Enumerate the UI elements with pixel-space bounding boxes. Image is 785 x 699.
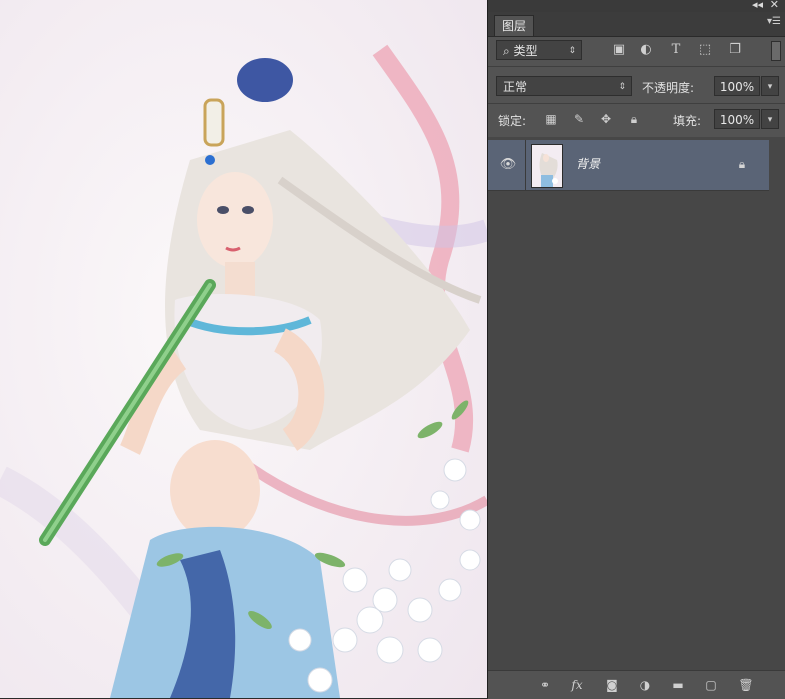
fill-label: 填充:: [673, 114, 702, 128]
layer-name[interactable]: 背景: [576, 155, 600, 172]
fill-input[interactable]: 100%: [714, 109, 760, 129]
fill-dropdown-button[interactable]: ▾: [761, 109, 779, 129]
eye-icon[interactable]: 👁︎: [498, 155, 518, 175]
new-layer-icon[interactable]: ▢: [702, 676, 720, 694]
tab-layers[interactable]: 图层: [494, 15, 535, 36]
close-icon[interactable]: ✕: [770, 0, 779, 12]
double-chevron-left-icon[interactable]: ◂◂: [752, 0, 763, 12]
updown-arrow-icon: ⇕: [618, 82, 626, 92]
fx-icon[interactable]: fx: [568, 676, 586, 694]
filter-kind-dropdown[interactable]: ⌕ 类型 ⇕: [496, 40, 582, 60]
lock-icon: 🔒︎: [738, 157, 746, 171]
image-filter-icon[interactable]: ▣: [610, 41, 628, 59]
lock-position-icon[interactable]: ✥: [598, 111, 614, 127]
divider: [488, 66, 785, 67]
lock-transparent-icon[interactable]: ▦: [543, 111, 559, 127]
divider: [488, 103, 785, 104]
layers-footer: ⚭ fx ◙ ◑ ▬ ▢ 🗑︎: [488, 670, 785, 699]
new-group-icon[interactable]: ▬: [669, 676, 687, 694]
search-icon: ⌕: [503, 44, 514, 58]
panel-tab-bar: 图层 ▾☰: [488, 12, 785, 37]
layer-thumbnail: [531, 144, 563, 188]
blend-mode-dropdown[interactable]: 正常 ⇕: [496, 76, 632, 96]
smart-object-filter-icon[interactable]: ❐: [726, 41, 744, 59]
add-mask-icon[interactable]: ◙: [603, 676, 621, 694]
layers-list: 👁︎ 背景 🔒︎: [488, 137, 785, 670]
panel-menu-icon[interactable]: ▾☰: [767, 16, 781, 27]
artwork-illustration: [0, 0, 487, 698]
lock-image-icon[interactable]: ✎: [571, 111, 587, 127]
layer-filter-row: ⌕ 类型 ⇕ ▣ ◐ T ⬚ ❐: [488, 37, 785, 63]
lock-all-icon[interactable]: 🔒︎: [626, 111, 642, 127]
layer-row-background[interactable]: 👁︎ 背景 🔒︎: [488, 140, 769, 191]
panel-header-strip: ◂◂ ✕: [488, 0, 785, 12]
visibility-column: 👁︎: [488, 140, 526, 190]
lock-row: 锁定: ▦ ✎ ✥ 🔒︎ 填充: 100% ▾: [488, 107, 785, 133]
type-filter-icon[interactable]: T: [667, 41, 685, 59]
lock-label: 锁定:: [498, 114, 527, 128]
document-canvas[interactable]: [0, 0, 487, 698]
filter-kind-label: 类型: [513, 44, 538, 58]
delete-layer-icon[interactable]: 🗑︎: [737, 676, 755, 694]
opacity-dropdown-button[interactable]: ▾: [761, 76, 779, 96]
filter-toggle-switch[interactable]: [771, 41, 781, 61]
blend-row: 正常 ⇕ 不透明度: 100% ▾: [488, 72, 785, 100]
opacity-input[interactable]: 100%: [714, 76, 760, 96]
adjustment-layer-icon[interactable]: ◑: [636, 676, 654, 694]
opacity-label: 不透明度:: [642, 81, 695, 95]
shape-filter-icon[interactable]: ⬚: [696, 41, 714, 59]
blend-mode-label: 正常: [503, 80, 528, 94]
thumbnail-image: [532, 145, 562, 187]
layers-panel: ◂◂ ✕ 图层 ▾☰ ⌕ 类型 ⇕ ▣ ◐ T ⬚ ❐ 正常 ⇕ 不透明度: 1…: [487, 0, 785, 699]
adjustment-filter-icon[interactable]: ◐: [637, 41, 655, 59]
updown-arrow-icon: ⇕: [568, 46, 576, 56]
link-layers-icon[interactable]: ⚭: [536, 676, 554, 694]
